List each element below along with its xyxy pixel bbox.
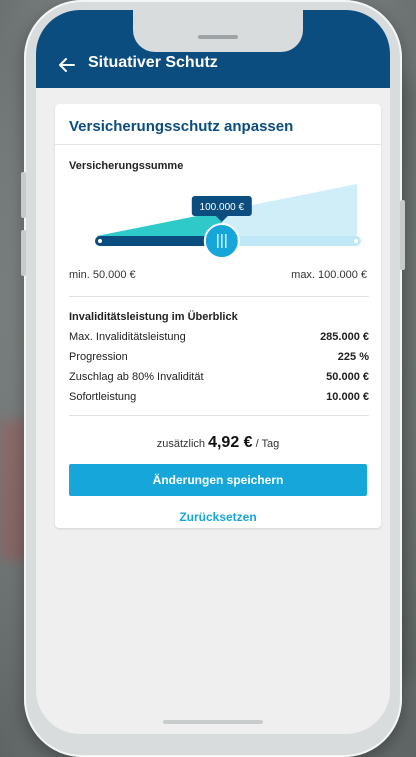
benefit-label: Max. Invaliditätsleistung [69,331,186,343]
phone-screen: Situativer Schutz Versicherungsschutz an… [36,10,390,734]
slider-max-label: max. 100.000 € [291,269,367,281]
benefit-label: Progression [69,351,128,363]
price-divider [69,415,369,416]
price-suffix: / Tag [255,438,280,450]
benefit-row: Sofortleistung 10.000 € [69,391,369,403]
coverage-card: Versicherungsschutz anpassen Versicherun… [55,104,381,528]
slider-min-dot [98,239,102,243]
price-amount: 4,92 € [208,434,253,451]
card-heading: Versicherungsschutz anpassen [69,118,294,135]
coverage-slider[interactable]: 100.000 € [67,174,369,266]
slider-value-label: 100.000 € [200,202,245,213]
benefit-value: 225 % [337,351,369,363]
slider-thumb[interactable] [203,223,240,259]
slider-graphic: 100.000 € [95,184,361,259]
slider-max-dot [354,239,358,243]
price-prefix: zusätzlich [156,438,206,450]
benefit-row: Zuschlag ab 80% Invalidität 50.000 € [69,371,369,383]
card-heading-divider [55,144,381,145]
benefit-value: 50.000 € [326,371,369,383]
benefit-value: 285.000 € [320,331,369,343]
daily-price: zusätzlich 4,92 € / Tag [55,434,381,452]
volume-down-button [21,230,26,276]
benefit-label: Sofortleistung [69,391,137,403]
benefit-value: 10.000 € [326,391,369,403]
volume-up-button [21,172,26,218]
overview-title: Invaliditätsleistung im Überblick [69,311,238,323]
page-title: Situativer Schutz [88,54,218,71]
benefit-row: Progression 225 % [69,351,369,363]
device-notch [133,10,303,52]
power-button [400,200,405,270]
sum-label: Versicherungssumme [69,160,184,172]
benefit-row: Max. Invaliditätsleistung 285.000 € [69,331,369,343]
benefit-label: Zuschlag ab 80% Invalidität [69,371,204,383]
speaker-grille [198,35,238,39]
slider-min-label: min. 50.000 € [69,269,136,281]
section-divider [69,296,369,297]
reset-button[interactable]: Zurücksetzen [55,510,381,524]
home-indicator [163,720,263,724]
arrow-left-icon[interactable] [58,56,76,74]
slider-track-fill [95,236,222,246]
save-changes-button[interactable]: Änderungen speichern [69,464,367,496]
